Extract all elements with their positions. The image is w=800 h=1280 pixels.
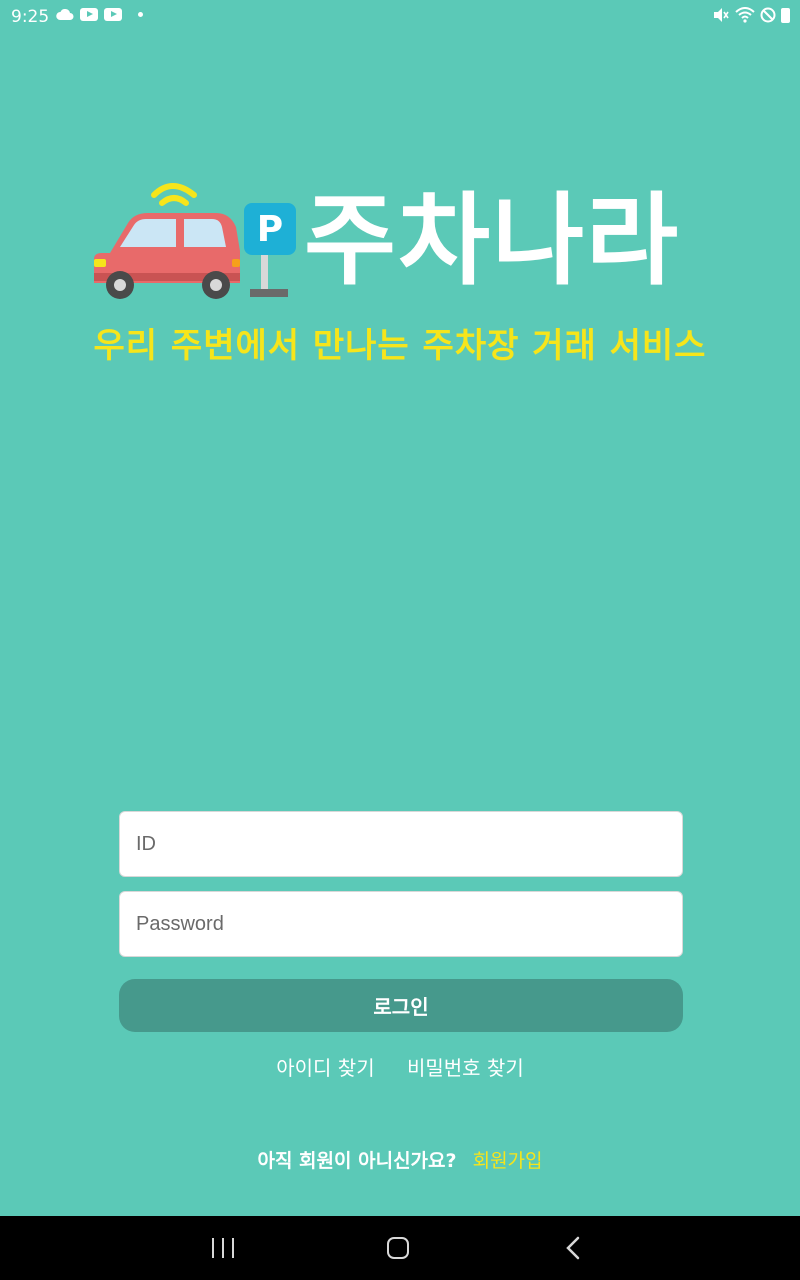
signup-link[interactable]: 회원가입: [473, 1150, 543, 1172]
youtube-icon: [104, 8, 122, 21]
app-name: 주차나라: [304, 182, 680, 299]
battery-icon: [781, 7, 790, 23]
back-icon[interactable]: [564, 1236, 582, 1260]
dot-icon: [138, 12, 143, 17]
status-left-icons: [56, 8, 143, 21]
find-password-link[interactable]: 비밀번호 찾기: [407, 1056, 524, 1080]
signup-question: 아직 회원이 아니신가요?: [257, 1150, 457, 1172]
wifi-icon: [735, 7, 755, 23]
brand-logo: P 주차나라: [90, 165, 710, 305]
home-icon[interactable]: [387, 1237, 409, 1259]
do-not-disturb-icon: [760, 7, 776, 23]
status-bar: 9:25: [0, 0, 800, 34]
status-time: 9:25: [11, 7, 50, 27]
navigation-bar: [0, 1216, 800, 1280]
recents-icon[interactable]: [212, 1238, 234, 1258]
password-input[interactable]: [119, 891, 683, 957]
youtube-icon: [80, 8, 98, 21]
cloud-icon: [56, 8, 74, 20]
signup-row: 아직 회원이 아니신가요? 회원가입: [0, 1146, 800, 1173]
mute-icon: [714, 8, 729, 22]
car-parking-wifi-icon: P: [94, 183, 296, 299]
parking-sign-letter: P: [257, 209, 283, 250]
id-input[interactable]: [119, 811, 683, 877]
find-links: 아이디 찾기 비밀번호 찾기: [0, 1052, 800, 1081]
login-button[interactable]: 로그인: [119, 979, 683, 1032]
find-id-link[interactable]: 아이디 찾기: [276, 1056, 374, 1080]
status-right-icons: [712, 7, 790, 23]
tagline: 우리 주변에서 만나는 주차장 거래 서비스: [93, 326, 707, 366]
